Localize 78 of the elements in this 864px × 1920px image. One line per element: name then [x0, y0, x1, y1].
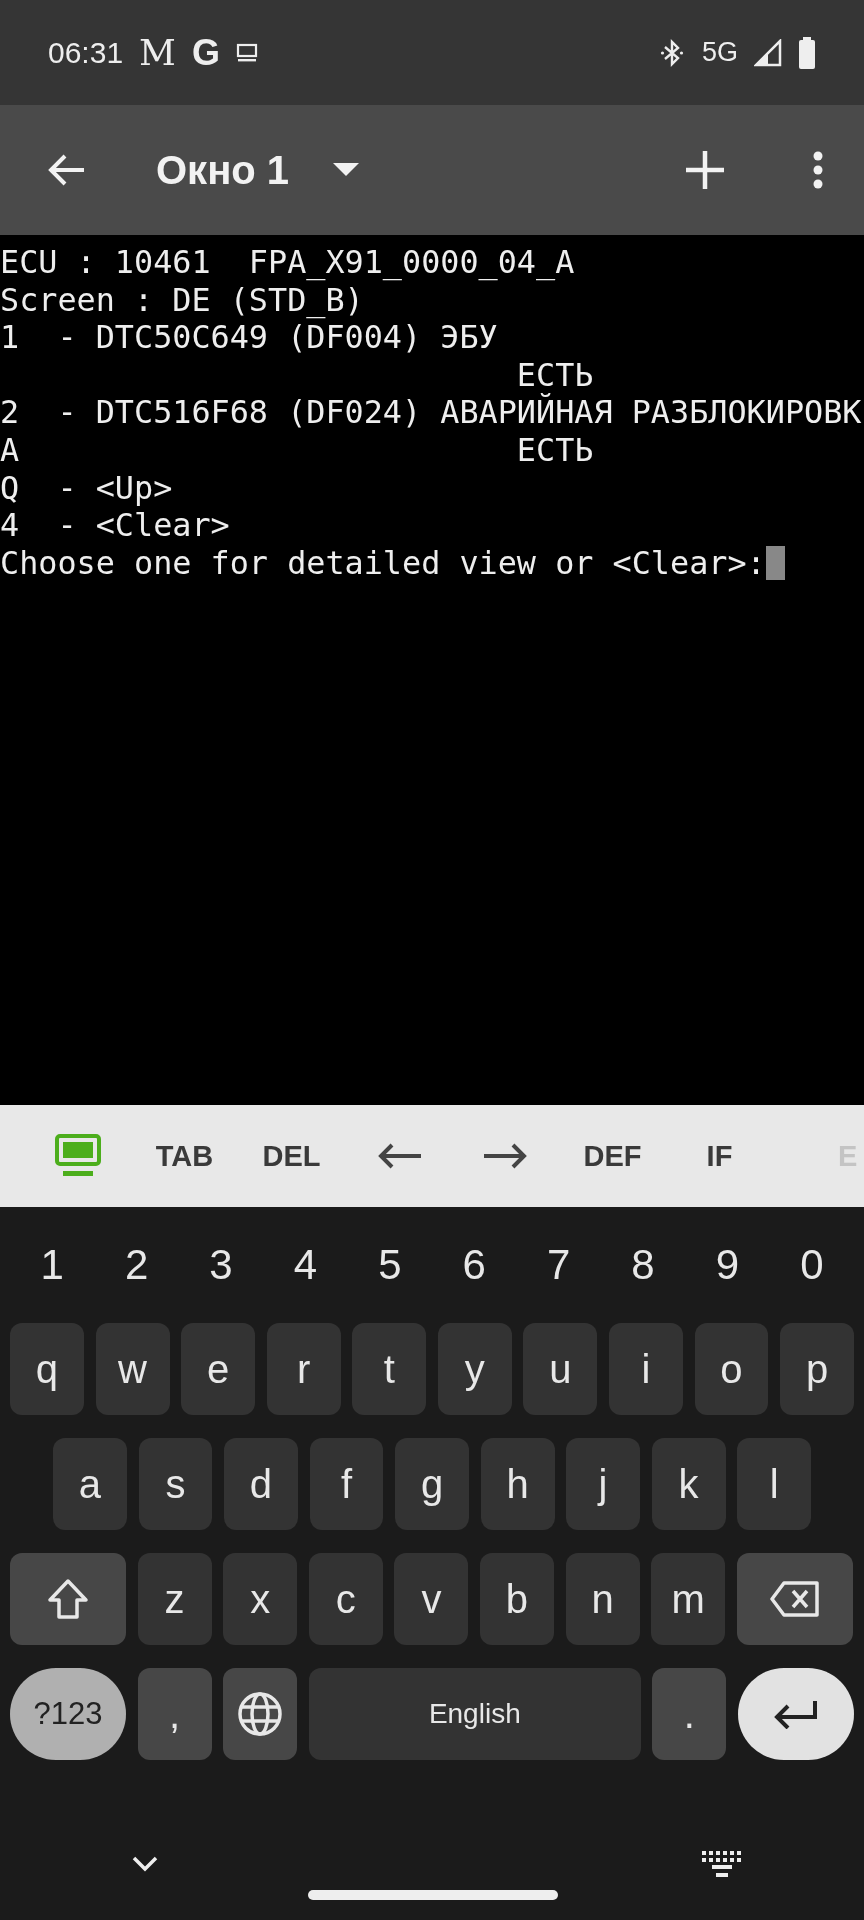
letter-key[interactable]: n	[565, 1553, 640, 1645]
extra-key[interactable]: DEL	[262, 1139, 321, 1173]
number-key[interactable]: 9	[685, 1241, 770, 1289]
letter-key[interactable]: w	[95, 1323, 170, 1415]
letter-key[interactable]: u	[523, 1323, 598, 1415]
number-key[interactable]: 7	[516, 1241, 601, 1289]
terminal-line: Q - <Up>	[0, 468, 173, 507]
right-arrow-icon[interactable]	[483, 1143, 528, 1169]
letter-key[interactable]: x	[223, 1553, 298, 1645]
letter-key[interactable]: k	[651, 1438, 726, 1530]
chevron-down-icon[interactable]	[132, 1856, 158, 1872]
number-key[interactable]: 6	[432, 1241, 517, 1289]
number-key[interactable]: 0	[769, 1241, 855, 1289]
back-arrow-icon[interactable]	[46, 152, 86, 188]
letter-key[interactable]: i	[608, 1323, 683, 1415]
network-type: 5G	[701, 37, 738, 68]
letter-key[interactable]: z	[137, 1553, 212, 1645]
letter-key[interactable]: l	[737, 1438, 812, 1530]
letter-key[interactable]: q	[10, 1323, 84, 1415]
terminal-line: ECU : 10461 FPA_X91_0000_04_A	[0, 243, 575, 281]
letter-key[interactable]: v	[394, 1553, 469, 1645]
letter-key[interactable]: g	[395, 1438, 469, 1530]
symbols-key[interactable]: ?123	[10, 1668, 126, 1760]
terminal-line: 4 - <Clear>	[0, 506, 230, 544]
backspace-key[interactable]	[736, 1553, 853, 1645]
letter-key[interactable]: j	[566, 1438, 640, 1530]
backspace-icon	[769, 1581, 820, 1617]
number-key[interactable]: 4	[263, 1241, 348, 1289]
terminal-line: ЕСТЬ	[515, 355, 594, 393]
letter-key[interactable]: c	[308, 1553, 383, 1645]
monitor-icon	[235, 42, 258, 63]
shift-key[interactable]	[10, 1553, 126, 1645]
letter-key[interactable]: h	[480, 1438, 555, 1530]
battery-icon	[798, 36, 816, 69]
letter-key[interactable]: m	[651, 1553, 726, 1645]
letter-key[interactable]: r	[266, 1323, 341, 1415]
terminal-line: 1 - DTC50C649 (DF004) ЭБУ	[0, 318, 498, 356]
letter-key[interactable]: t	[352, 1323, 427, 1415]
letter-key[interactable]: p	[780, 1323, 855, 1415]
enter-arrow-icon	[773, 1699, 819, 1729]
keyboard-icon[interactable]	[702, 1851, 742, 1877]
space-key[interactable]: English	[308, 1668, 641, 1760]
punctuation-key[interactable]: ,	[137, 1668, 212, 1760]
letter-key[interactable]: o	[694, 1323, 769, 1415]
add-icon[interactable]	[686, 151, 724, 189]
letter-key[interactable]: b	[479, 1553, 554, 1645]
extra-key[interactable]: IF	[706, 1139, 733, 1173]
extra-key[interactable]: TAB	[155, 1139, 214, 1173]
signal-icon	[754, 38, 782, 67]
terminal-line: 2 - DTC516F68 (DF024) АВАРИЙНАЯ РАЗБЛОКИРОВК	[0, 393, 862, 431]
window-title[interactable]: Окно 1	[156, 147, 290, 193]
dropdown-caret-icon[interactable]	[333, 163, 360, 177]
letter-key[interactable]: y	[437, 1323, 512, 1415]
letter-key[interactable]: s	[138, 1438, 213, 1530]
clock: 06:31	[48, 35, 124, 70]
punctuation-key[interactable]: .	[652, 1668, 727, 1760]
letter-key[interactable]: d	[224, 1438, 298, 1530]
globe-icon	[237, 1691, 284, 1737]
terminal-line: A ЕСТЬ	[0, 430, 594, 469]
number-key[interactable]: 5	[347, 1241, 433, 1289]
terminal-line: Screen : DE (STD_B)	[0, 280, 364, 319]
number-key[interactable]: 2	[94, 1241, 179, 1289]
letter-key[interactable]: e	[181, 1323, 256, 1415]
notification-icon: M	[139, 32, 176, 73]
number-key[interactable]: 3	[178, 1241, 264, 1289]
number-key[interactable]: 1	[10, 1241, 95, 1289]
more-menu-icon[interactable]	[812, 151, 824, 189]
extra-key[interactable]: DEF	[583, 1139, 642, 1173]
letter-key[interactable]: f	[309, 1438, 384, 1530]
globe-key[interactable]	[223, 1668, 298, 1760]
notification-icon: G	[191, 31, 220, 74]
terminal-line: Choose one for detailed view or <Clear>:	[0, 543, 766, 582]
text-cursor	[765, 545, 785, 580]
bluetooth-icon	[659, 38, 684, 67]
shift-arrow-icon	[46, 1578, 90, 1620]
number-key[interactable]: 8	[600, 1241, 686, 1289]
left-arrow-icon[interactable]	[376, 1143, 421, 1169]
letter-key[interactable]: a	[53, 1438, 127, 1530]
